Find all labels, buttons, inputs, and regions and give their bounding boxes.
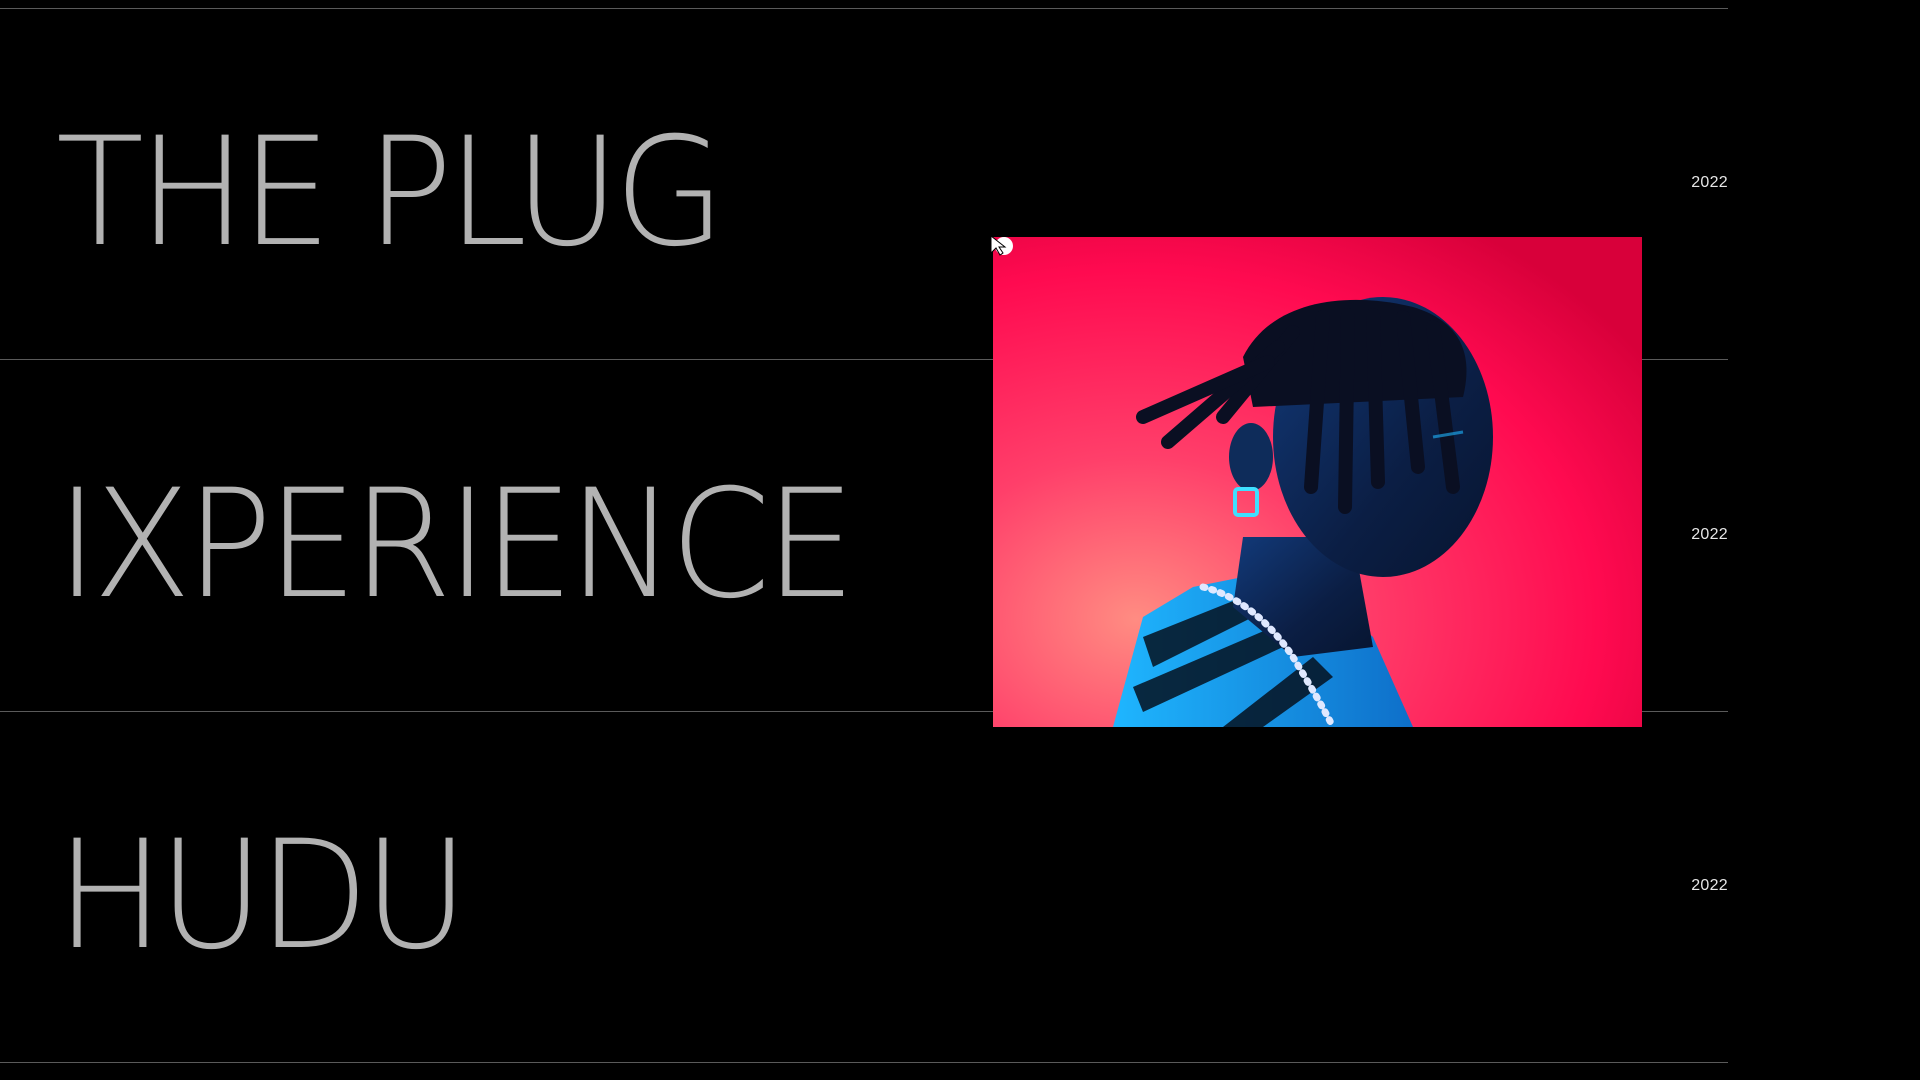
pointer-cursor-icon bbox=[990, 234, 1016, 257]
projects-page: THE PLUG 2022 IXPERIENCE 2022 HUDU 2022 bbox=[0, 0, 1920, 1080]
project-row[interactable]: HUDU 2022 bbox=[0, 711, 1728, 1062]
project-year: 2022 bbox=[1691, 174, 1728, 191]
project-title[interactable]: HUDU bbox=[56, 821, 469, 971]
project-year: 2022 bbox=[1691, 526, 1728, 543]
project-title[interactable]: THE PLUG bbox=[56, 118, 726, 268]
project-title[interactable]: IXPERIENCE bbox=[56, 470, 856, 620]
divider bbox=[0, 1062, 1728, 1063]
portrait-photo bbox=[993, 237, 1642, 727]
project-preview-image bbox=[993, 237, 1642, 727]
project-year: 2022 bbox=[1691, 877, 1728, 894]
